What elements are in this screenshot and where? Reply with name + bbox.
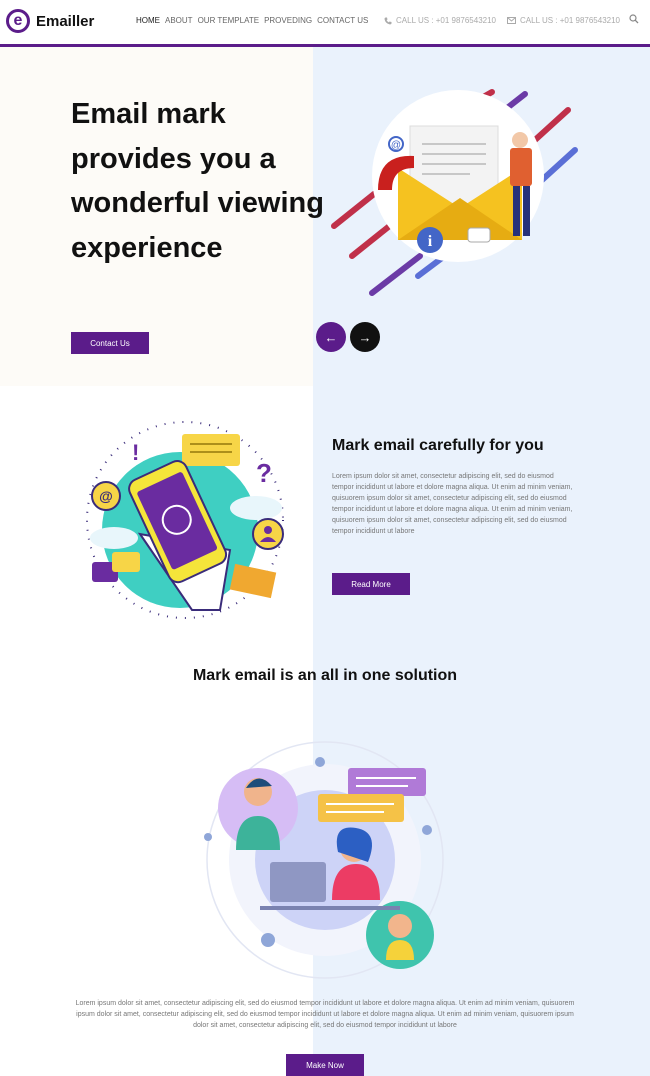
nav-our-template[interactable]: OUR TEMPLATE: [198, 16, 260, 25]
hero-next-button[interactable]: →: [350, 322, 380, 352]
nav-proveding[interactable]: PROVEDING: [264, 16, 312, 25]
contact-mail-text: CALL US : +01 9876543210: [520, 16, 621, 25]
search-icon[interactable]: [629, 14, 639, 24]
section3-body: Lorem ipsum dolor sit amet, consectetur …: [75, 1000, 575, 1029]
section2-body: Lorem ipsum dolor sit amet, consectetur …: [332, 473, 573, 535]
contact-phone-text: CALL US : +01 9876543210: [396, 16, 497, 25]
nav-contact-us[interactable]: CONTACT US: [317, 16, 368, 25]
mail-icon: [507, 17, 516, 24]
logo[interactable]: e Emailler: [6, 9, 94, 33]
svg-text:?: ?: [256, 458, 272, 488]
site-header: e Emailler HOME ABOUT OUR TEMPLATE PROVE…: [0, 0, 650, 47]
hero-prev-button[interactable]: ←: [316, 322, 346, 352]
logo-mark: e: [6, 9, 30, 33]
nav-home[interactable]: HOME: [136, 16, 160, 25]
section3-title: Mark email is an all in one solution: [192, 667, 458, 684]
phone-call-illustration: @ ? !: [86, 421, 284, 619]
svg-text:i: i: [428, 233, 433, 250]
customer-support-illustration: [204, 741, 444, 979]
svg-text:@: @: [391, 140, 401, 151]
make-now-button[interactable]: Make Now: [286, 1054, 364, 1076]
hero-email-illustration: i @: [331, 89, 578, 296]
contact-mail: CALL US : +01 9876543210: [507, 16, 620, 25]
read-more-button[interactable]: Read More: [332, 573, 410, 595]
phone-icon: [384, 17, 392, 24]
contact-us-button[interactable]: Contact Us: [71, 332, 149, 354]
hero-title: Email mark provides you a wonderful view…: [71, 98, 324, 264]
nav-about[interactable]: ABOUT: [165, 16, 193, 25]
main-nav: HOME ABOUT OUR TEMPLATE PROVEDING CONTAC…: [136, 16, 368, 25]
brand-name: Emailler: [36, 12, 95, 30]
svg-text:@: @: [99, 488, 113, 504]
section2-title: Mark email carefully for you: [332, 437, 544, 454]
svg-text:!: !: [132, 440, 139, 465]
contact-phone: CALL US : +01 9876543210: [384, 16, 496, 25]
